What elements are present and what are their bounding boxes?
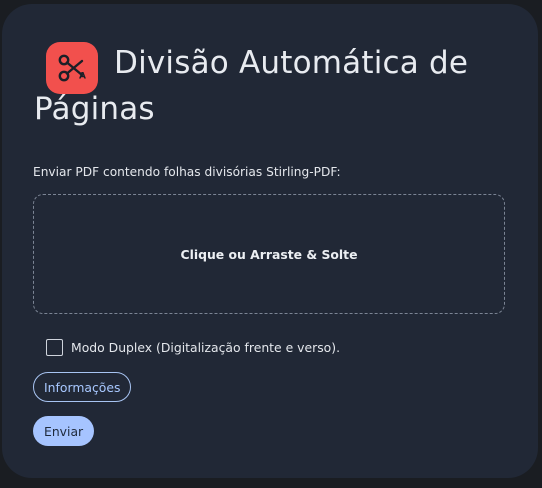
- page-title: Divisão Automática de Páginas: [34, 45, 469, 127]
- svg-text:A: A: [79, 72, 86, 82]
- page-header: A Divisão Automática de Páginas: [34, 40, 514, 132]
- duplex-label[interactable]: Modo Duplex (Digitalização frente e vers…: [71, 340, 340, 355]
- dropzone-text: Clique ou Arraste & Solte: [180, 246, 358, 262]
- duplex-checkbox[interactable]: [46, 339, 63, 356]
- file-dropzone[interactable]: Clique ou Arraste & Solte: [33, 194, 505, 314]
- upload-label: Enviar PDF contendo folhas divisórias St…: [33, 165, 341, 179]
- scissors-pdf-icon: A: [46, 42, 98, 94]
- duplex-option: Modo Duplex (Digitalização frente e vers…: [46, 339, 340, 356]
- tool-card: A Divisão Automática de Páginas Enviar P…: [2, 4, 538, 478]
- submit-button[interactable]: Enviar: [33, 416, 95, 446]
- info-button[interactable]: Informações: [33, 372, 132, 402]
